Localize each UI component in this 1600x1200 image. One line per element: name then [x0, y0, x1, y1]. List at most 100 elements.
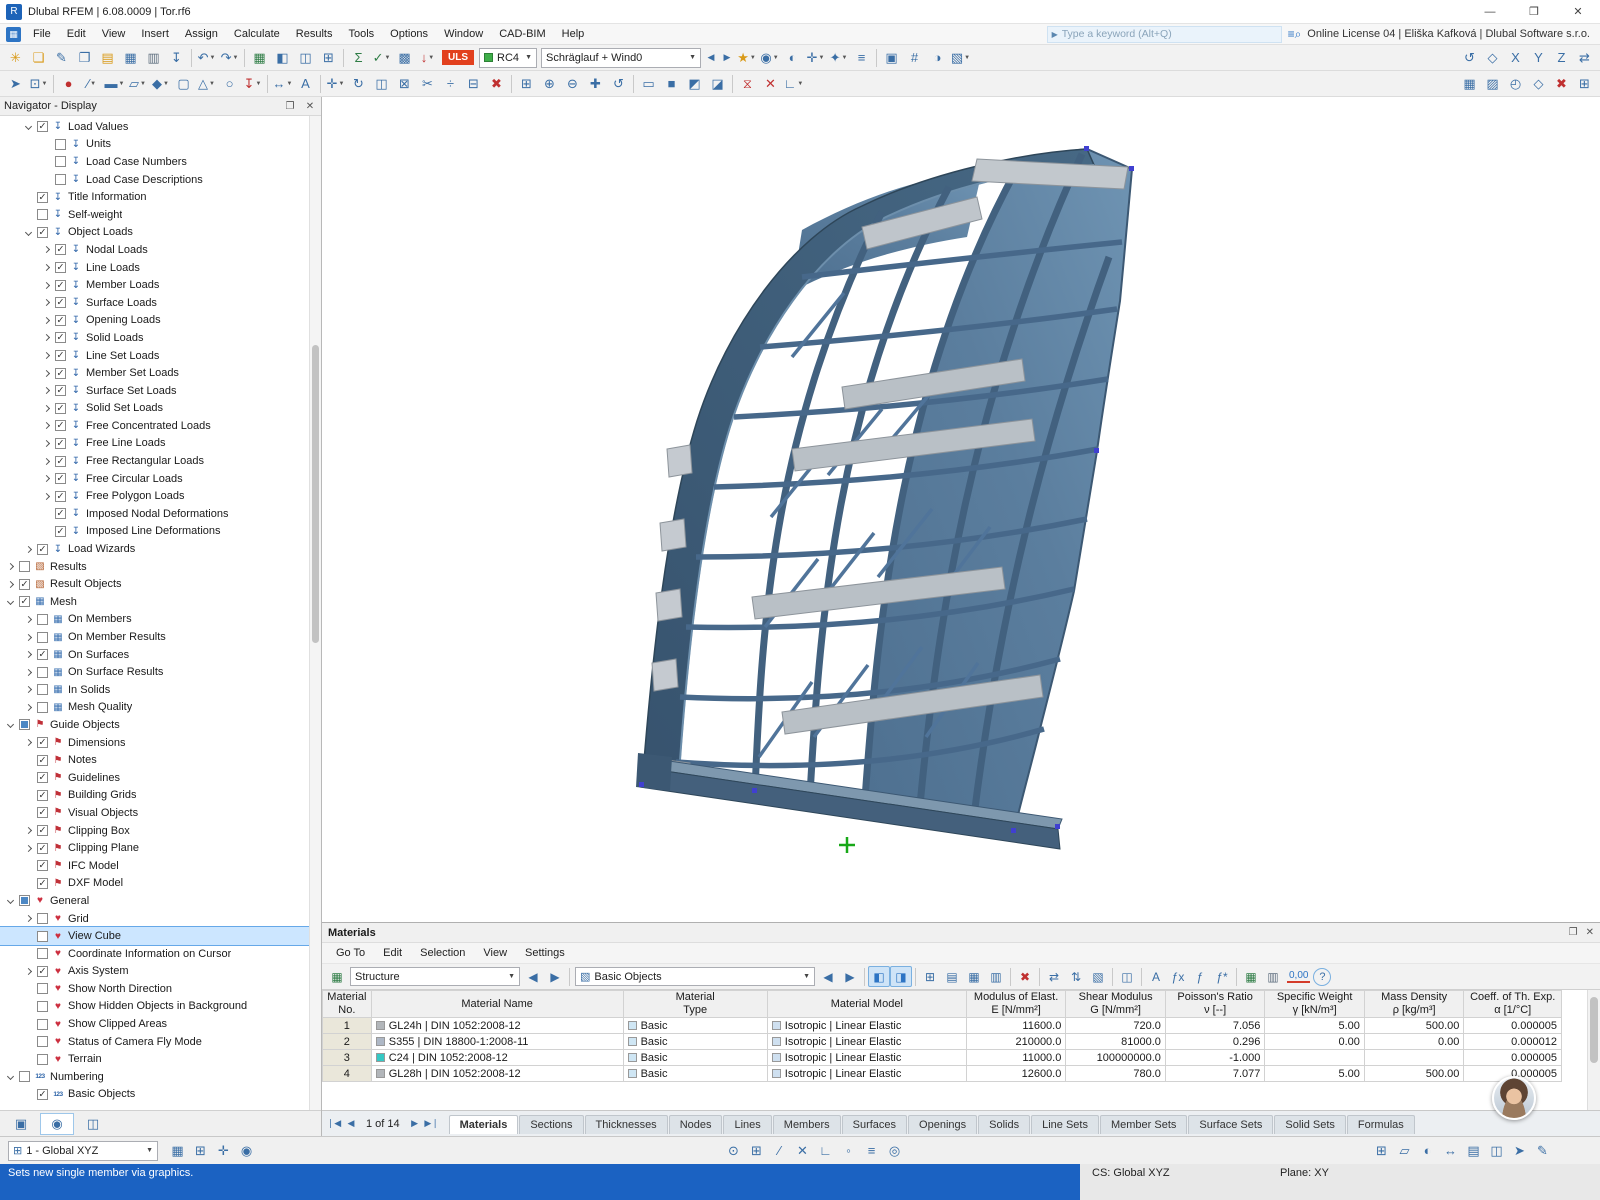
tree-item-coordinate-information-on-cursor[interactable]: ♥ Coordinate Information on Cursor: [0, 945, 321, 963]
delete-row-icon[interactable]: ✖: [1014, 966, 1036, 987]
expander-icon[interactable]: [40, 422, 52, 430]
delete-results-icon[interactable]: ✕: [759, 73, 782, 95]
menu-edit[interactable]: Edit: [59, 26, 94, 42]
new-opening-icon[interactable]: ▢: [172, 73, 195, 95]
tree-item-status-of-camera-fly-mode[interactable]: ♥ Status of Camera Fly Mode: [0, 1033, 321, 1051]
fly-mode-toggle-icon[interactable]: ➤: [1508, 1140, 1531, 1162]
cell-material-no[interactable]: 4: [322, 1065, 372, 1082]
cell-thermal-expansion[interactable]: 0.000005: [1463, 1049, 1562, 1066]
cell-material-model[interactable]: Isotropic | Linear Elastic: [766, 1065, 967, 1082]
tree-item-ifc-model[interactable]: ✓ ⚑ IFC Model: [0, 857, 321, 875]
cell-poisson[interactable]: -1.000: [1164, 1049, 1266, 1066]
cell-thermal-expansion[interactable]: 0.000005: [1463, 1017, 1562, 1034]
tree-item-on-member-results[interactable]: ▦ On Member Results: [0, 628, 321, 646]
graphic-window-icon[interactable]: ◫: [294, 47, 317, 69]
mirror-axis-icon[interactable]: ⧖: [736, 73, 759, 95]
tree-checkbox-mesh[interactable]: ✓: [19, 596, 30, 608]
tree-item-grid[interactable]: ♥ Grid: [0, 910, 321, 928]
materials-menu-go-to[interactable]: Go To: [328, 946, 373, 960]
snap-midpoints-icon[interactable]: ◦: [837, 1140, 860, 1162]
tree-item-clipping-box[interactable]: ✓ ⚑ Clipping Box: [0, 822, 321, 840]
tree-item-show-clipped-areas[interactable]: ♥ Show Clipped Areas: [0, 1015, 321, 1033]
table-tab-nodes[interactable]: Nodes: [668, 1115, 723, 1134]
export-table-icon[interactable]: ⇅: [1065, 966, 1087, 987]
expander-icon[interactable]: [40, 264, 52, 272]
tree-item-member-set-loads[interactable]: ✓ ↧ Member Set Loads: [0, 364, 321, 382]
sync-selection-icon[interactable]: ◨: [890, 966, 912, 987]
calculate-all-icon[interactable]: Σ: [347, 47, 370, 69]
design-situation-next-icon[interactable]: ▶: [719, 47, 735, 69]
tree-checkbox-visual-objects[interactable]: ✓: [37, 807, 48, 819]
tree-checkbox-show-clipped-areas[interactable]: [37, 1018, 48, 1030]
cell-specific-weight[interactable]: 0.00: [1264, 1033, 1365, 1050]
work-plane-icon[interactable]: ▨: [1481, 73, 1504, 95]
tree-item-object-loads[interactable]: ✓ ↧ Object Loads: [0, 224, 321, 242]
grid-display-toggle-icon[interactable]: ⊞: [1370, 1140, 1393, 1162]
expander-icon[interactable]: [22, 228, 34, 236]
tree-item-member-loads[interactable]: ✓ ↧ Member Loads: [0, 276, 321, 294]
tree-checkbox-surface-set-loads[interactable]: ✓: [55, 385, 66, 397]
expander-icon[interactable]: [40, 369, 52, 377]
tree-item-free-polygon-loads[interactable]: ✓ ↧ Free Polygon Loads: [0, 487, 321, 505]
zoom-in-icon[interactable]: ⊕: [538, 73, 561, 95]
expander-icon[interactable]: [4, 721, 16, 729]
import-table-icon[interactable]: ⇄: [1043, 966, 1065, 987]
print-table-icon[interactable]: ▥: [1262, 966, 1284, 987]
tree-checkbox-imposed-line-deformations[interactable]: ✓: [55, 525, 66, 537]
show-navigator-icon[interactable]: ◧: [271, 47, 294, 69]
table-tab-surfaces[interactable]: Surfaces: [841, 1115, 908, 1134]
tree-item-load-values[interactable]: ✓ ↧ Load Values: [0, 118, 321, 136]
new-node-icon[interactable]: ●: [57, 73, 80, 95]
expander-icon[interactable]: [4, 1073, 16, 1081]
table-scrollbar[interactable]: [1587, 990, 1600, 1110]
cell-poisson[interactable]: 7.056: [1164, 1017, 1266, 1034]
category-next-icon[interactable]: ▶: [839, 966, 861, 987]
table-tab-sections[interactable]: Sections: [519, 1115, 584, 1134]
file-menu-icon[interactable]: ▦: [6, 26, 21, 42]
model-settings-icon[interactable]: ✎: [50, 47, 73, 69]
table-tab-materials[interactable]: Materials: [448, 1115, 519, 1134]
cell-modulus-e[interactable]: 11000.0: [965, 1049, 1067, 1066]
table-tab-formulas[interactable]: Formulas: [1346, 1115, 1415, 1134]
result-values-icon[interactable]: ≡: [850, 47, 873, 69]
expander-icon[interactable]: [40, 475, 52, 483]
cell-material-model[interactable]: Isotropic | Linear Elastic: [766, 1017, 967, 1034]
cell-material-model[interactable]: Isotropic | Linear Elastic: [766, 1033, 967, 1050]
print-graphic-icon[interactable]: ▥: [142, 47, 165, 69]
reset-view-icon[interactable]: ↺: [1458, 47, 1481, 69]
tree-checkbox-load-case-numbers[interactable]: [55, 156, 66, 168]
undo-icon[interactable]: ↶ ▼: [195, 47, 218, 69]
cell-modulus-e[interactable]: 210000.0: [965, 1033, 1067, 1050]
tree-checkbox-load-values[interactable]: ✓: [37, 121, 48, 133]
guidelines-toggle-icon[interactable]: ≡: [860, 1140, 883, 1162]
expander-icon[interactable]: [22, 739, 34, 747]
expander-icon[interactable]: [40, 404, 52, 412]
menu-help[interactable]: Help: [554, 26, 593, 42]
tree-item-result-objects[interactable]: ✓ ▧ Result Objects: [0, 575, 321, 593]
tree-item-basic-objects[interactable]: ✓ 123 Basic Objects: [0, 1086, 321, 1104]
snap-nodes-icon[interactable]: ⊙: [722, 1140, 745, 1162]
tree-checkbox-terrain[interactable]: [37, 1053, 48, 1065]
cell-shear-g[interactable]: 100000000.0: [1065, 1049, 1166, 1066]
menu-calculate[interactable]: Calculate: [226, 26, 288, 42]
tree-checkbox-guidelines[interactable]: ✓: [37, 772, 48, 784]
expander-icon[interactable]: [40, 492, 52, 500]
tree-checkbox-general[interactable]: [19, 895, 30, 907]
cell-material-name[interactable]: S355 | DIN 18800-1:2008-11: [370, 1033, 624, 1050]
view-in-x-icon[interactable]: X: [1504, 47, 1527, 69]
tree-item-imposed-line-deformations[interactable]: ✓ ↧ Imposed Line Deformations: [0, 523, 321, 541]
snap-settings-icon[interactable]: ▦: [1458, 73, 1481, 95]
tree-item-on-surface-results[interactable]: ▦ On Surface Results: [0, 663, 321, 681]
formula-edit-icon[interactable]: ƒ: [1189, 966, 1211, 987]
snap-lines-icon[interactable]: ∕: [768, 1140, 791, 1162]
manage-coordinate-systems-icon[interactable]: ▦: [166, 1140, 189, 1162]
new-model-icon[interactable]: ✳: [4, 47, 27, 69]
tree-item-free-rectangular-loads[interactable]: ✓ ↧ Free Rectangular Loads: [0, 452, 321, 470]
tree-item-clipping-plane[interactable]: ✓ ⚑ Clipping Plane: [0, 839, 321, 857]
table-tab-openings[interactable]: Openings: [908, 1115, 978, 1134]
column-header-material[interactable]: Material Type: [622, 990, 768, 1018]
tree-checkbox-numbering[interactable]: [19, 1071, 30, 1083]
tree-checkbox-basic-objects[interactable]: ✓: [37, 1088, 48, 1100]
table-print-icon[interactable]: ▥: [985, 966, 1007, 987]
tree-checkbox-coordinate-information-on-cursor[interactable]: [37, 948, 48, 960]
